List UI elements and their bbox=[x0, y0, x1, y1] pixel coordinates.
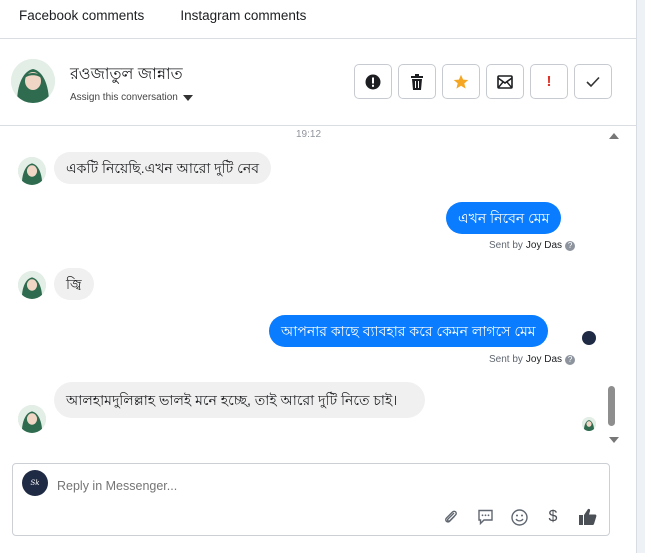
thumbs-up-icon[interactable] bbox=[577, 507, 597, 527]
incoming-message: আলহামদুলিল্লাহ ভালই মনে হচ্ছে, তাই আরো দ… bbox=[54, 382, 425, 418]
delete-button[interactable] bbox=[398, 64, 436, 99]
chevron-down-icon bbox=[182, 94, 193, 101]
outgoing-message: এখন নিবেন মেম bbox=[446, 202, 562, 234]
mark-important-button[interactable]: ! bbox=[530, 64, 568, 99]
envelope-icon bbox=[497, 74, 513, 89]
mark-unread-button[interactable] bbox=[486, 64, 524, 99]
contact-name: রওজাতুল জান্নাত bbox=[70, 66, 183, 83]
incoming-message: জ্বি bbox=[54, 268, 94, 300]
right-panel-edge bbox=[636, 0, 645, 553]
payment-dollar-icon[interactable]: $ bbox=[543, 507, 563, 527]
sent-by-label: Sent by Joy Das? bbox=[489, 354, 576, 365]
star-button[interactable] bbox=[442, 64, 480, 99]
seen-indicator-avatar bbox=[582, 417, 596, 431]
scroll-down-arrow[interactable] bbox=[609, 437, 619, 443]
paperclip-icon[interactable] bbox=[441, 507, 461, 527]
trash-icon bbox=[411, 73, 423, 90]
conversation-header: রওজাতুল জান্নাত Assign this conversation… bbox=[0, 38, 636, 126]
reply-composer: Sk $ bbox=[12, 463, 610, 536]
contact-avatar bbox=[11, 59, 55, 103]
sender-avatar bbox=[18, 157, 46, 185]
timestamp: 19:12 bbox=[296, 129, 322, 140]
help-icon[interactable]: ? bbox=[565, 354, 576, 365]
sender-avatar bbox=[18, 271, 46, 299]
incoming-message: একটি নিয়েছি.এখন আরো দুটি নেব bbox=[54, 152, 271, 184]
mark-done-button[interactable] bbox=[574, 64, 612, 99]
conversation-actions: ! bbox=[354, 64, 612, 99]
tab-facebook-comments[interactable]: Facebook comments bbox=[19, 8, 144, 23]
scrollbar-thumb[interactable] bbox=[608, 386, 615, 426]
exclamation-icon: ! bbox=[546, 73, 552, 90]
seen-indicator-avatar bbox=[582, 331, 596, 345]
star-icon bbox=[453, 74, 469, 89]
help-icon[interactable]: ? bbox=[565, 240, 576, 251]
scroll-up-arrow[interactable] bbox=[609, 133, 619, 139]
alert-circle-icon bbox=[365, 74, 381, 89]
sender-avatar bbox=[18, 405, 46, 433]
tab-instagram-comments[interactable]: Instagram comments bbox=[180, 8, 306, 23]
mark-spam-button[interactable] bbox=[354, 64, 392, 99]
saved-replies-icon[interactable] bbox=[475, 507, 495, 527]
reply-input[interactable] bbox=[57, 476, 437, 496]
page-logo-avatar: Sk bbox=[22, 470, 48, 496]
emoji-icon[interactable] bbox=[509, 507, 529, 527]
message-thread[interactable]: 19:12 একটি নিয়েছি.এখন আরো দুটি নেব এখন … bbox=[0, 126, 636, 450]
assign-conversation-dropdown[interactable]: Assign this conversation bbox=[70, 92, 193, 103]
composer-tools: $ bbox=[441, 507, 597, 527]
agent-name: Joy Das bbox=[525, 354, 563, 365]
checkmark-icon bbox=[586, 76, 600, 87]
agent-name: Joy Das bbox=[525, 240, 563, 251]
assign-label: Assign this conversation bbox=[70, 92, 178, 103]
outgoing-message: আপনার কাছে ব্যাবহার করে কেমন লাগসে মেম bbox=[269, 315, 548, 347]
comment-tabs: Facebook comments Instagram comments bbox=[0, 0, 636, 30]
sent-by-label: Sent by Joy Das? bbox=[489, 240, 576, 251]
